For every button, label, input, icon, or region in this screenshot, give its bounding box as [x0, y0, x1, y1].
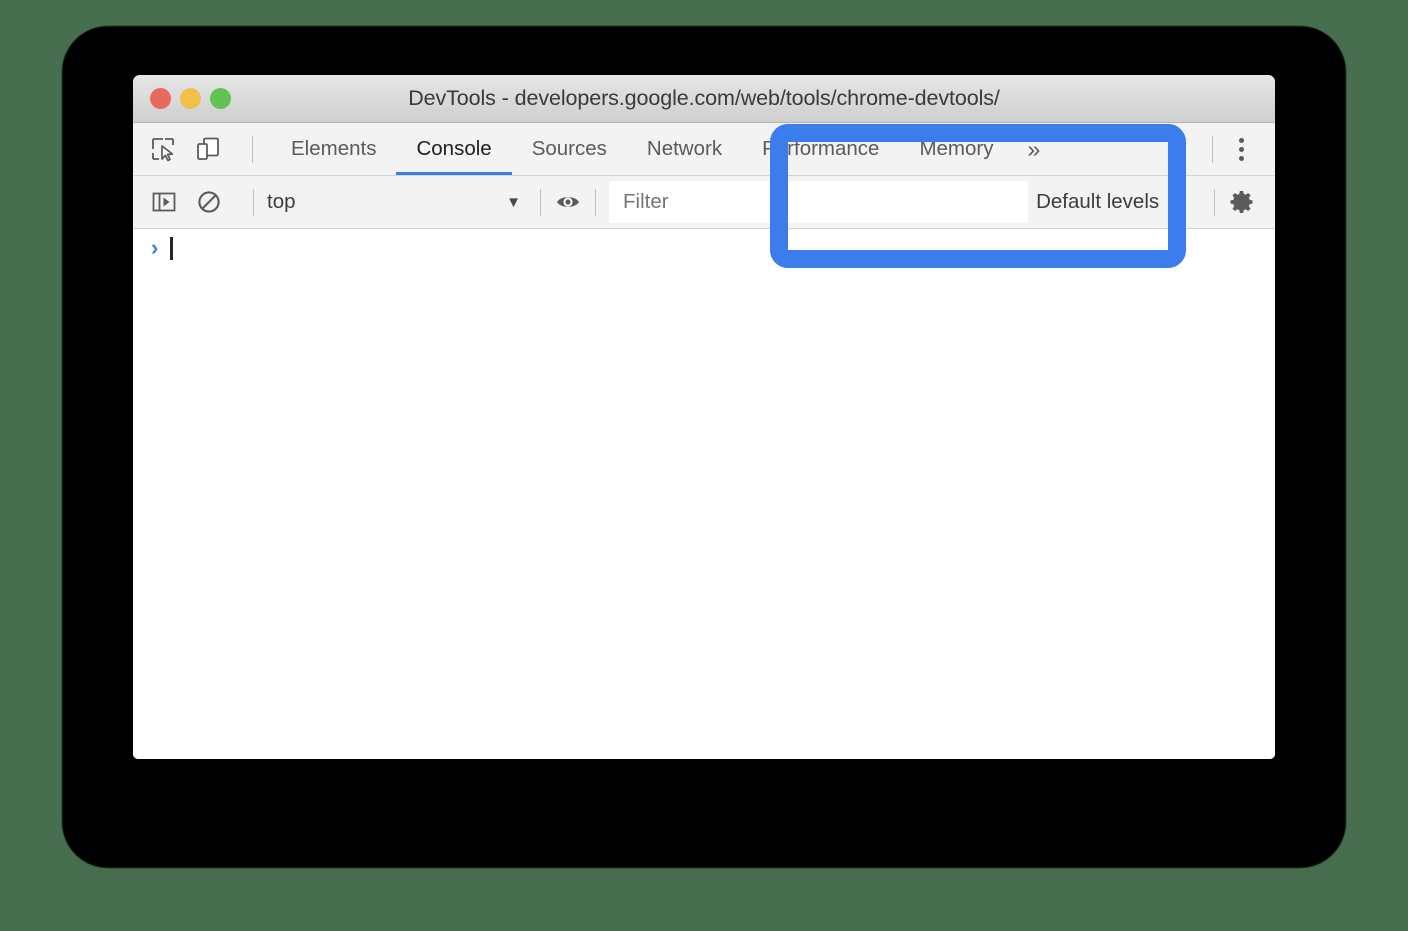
- tab-console-label: Console: [416, 137, 492, 160]
- inspect-element-icon[interactable]: [149, 135, 177, 163]
- filter-bar-left-icons: [133, 176, 267, 228]
- close-window-button[interactable]: [150, 88, 171, 109]
- tab-overflow-button[interactable]: »: [1014, 123, 1055, 175]
- kebab-dot: [1238, 146, 1244, 152]
- tab-memory[interactable]: Memory: [899, 123, 1013, 175]
- tab-bar-right-icons: [1199, 123, 1275, 175]
- tab-memory-label: Memory: [919, 137, 994, 160]
- tab-performance[interactable]: Performance: [742, 123, 899, 175]
- tab-overflow-label: »: [1027, 135, 1041, 162]
- filter-bar-right-icons: [1201, 176, 1275, 228]
- console-text-caret: [170, 236, 174, 260]
- toolbar-divider: [1214, 188, 1215, 216]
- toolbar-divider: [595, 188, 596, 216]
- window-title: DevTools - developers.google.com/web/too…: [408, 86, 1000, 110]
- log-levels-value: Default levels: [1036, 190, 1160, 213]
- console-output-area[interactable]: ›: [133, 229, 1275, 759]
- tab-bar-left-icons: [133, 123, 266, 175]
- tab-sources-label: Sources: [531, 137, 607, 160]
- tab-console[interactable]: Console: [396, 123, 512, 175]
- log-levels-dropdown[interactable]: Default levels ▼: [1028, 176, 1201, 228]
- console-prompt-chevron-icon: ›: [151, 235, 159, 260]
- minimize-window-button[interactable]: [180, 88, 201, 109]
- device-toolbar-icon[interactable]: [194, 135, 222, 163]
- tab-performance-label: Performance: [762, 137, 880, 160]
- filter-input[interactable]: [609, 181, 1029, 223]
- console-prompt-row[interactable]: ›: [133, 229, 1275, 267]
- toolbar-divider: [540, 188, 541, 216]
- window-title-bar: DevTools - developers.google.com/web/too…: [133, 75, 1275, 123]
- devtools-window: DevTools - developers.google.com/web/too…: [133, 75, 1275, 759]
- settings-gear-icon[interactable]: [1228, 188, 1256, 216]
- kebab-dot: [1238, 137, 1244, 143]
- javascript-context-dropdown[interactable]: top ▼: [267, 176, 527, 228]
- clear-console-icon[interactable]: [195, 188, 223, 216]
- devtools-tab-bar: Elements Console Sources Network Perform…: [133, 123, 1275, 176]
- panel-tabs: Elements Console Sources Network Perform…: [271, 123, 1199, 175]
- toolbar-divider: [253, 188, 254, 216]
- tab-network[interactable]: Network: [627, 123, 742, 175]
- toolbar-divider: [252, 135, 253, 163]
- toolbar-divider: [1212, 135, 1213, 163]
- live-expression-eye-icon[interactable]: [554, 188, 582, 216]
- chevron-down-icon: ▼: [1168, 193, 1183, 211]
- tab-elements[interactable]: Elements: [271, 123, 396, 175]
- window-traffic-lights: [150, 75, 231, 122]
- tab-sources[interactable]: Sources: [512, 123, 627, 175]
- maximize-window-button[interactable]: [210, 88, 231, 109]
- tab-network-label: Network: [646, 137, 723, 160]
- console-sidebar-icon[interactable]: [150, 188, 178, 216]
- more-options-icon[interactable]: [1226, 134, 1256, 164]
- context-value: top: [267, 190, 296, 213]
- console-filter-bar: top ▼ Default levels ▼: [133, 176, 1275, 229]
- kebab-dot: [1238, 155, 1244, 161]
- tab-elements-label: Elements: [291, 137, 377, 160]
- chevron-down-icon: ▼: [506, 193, 521, 211]
